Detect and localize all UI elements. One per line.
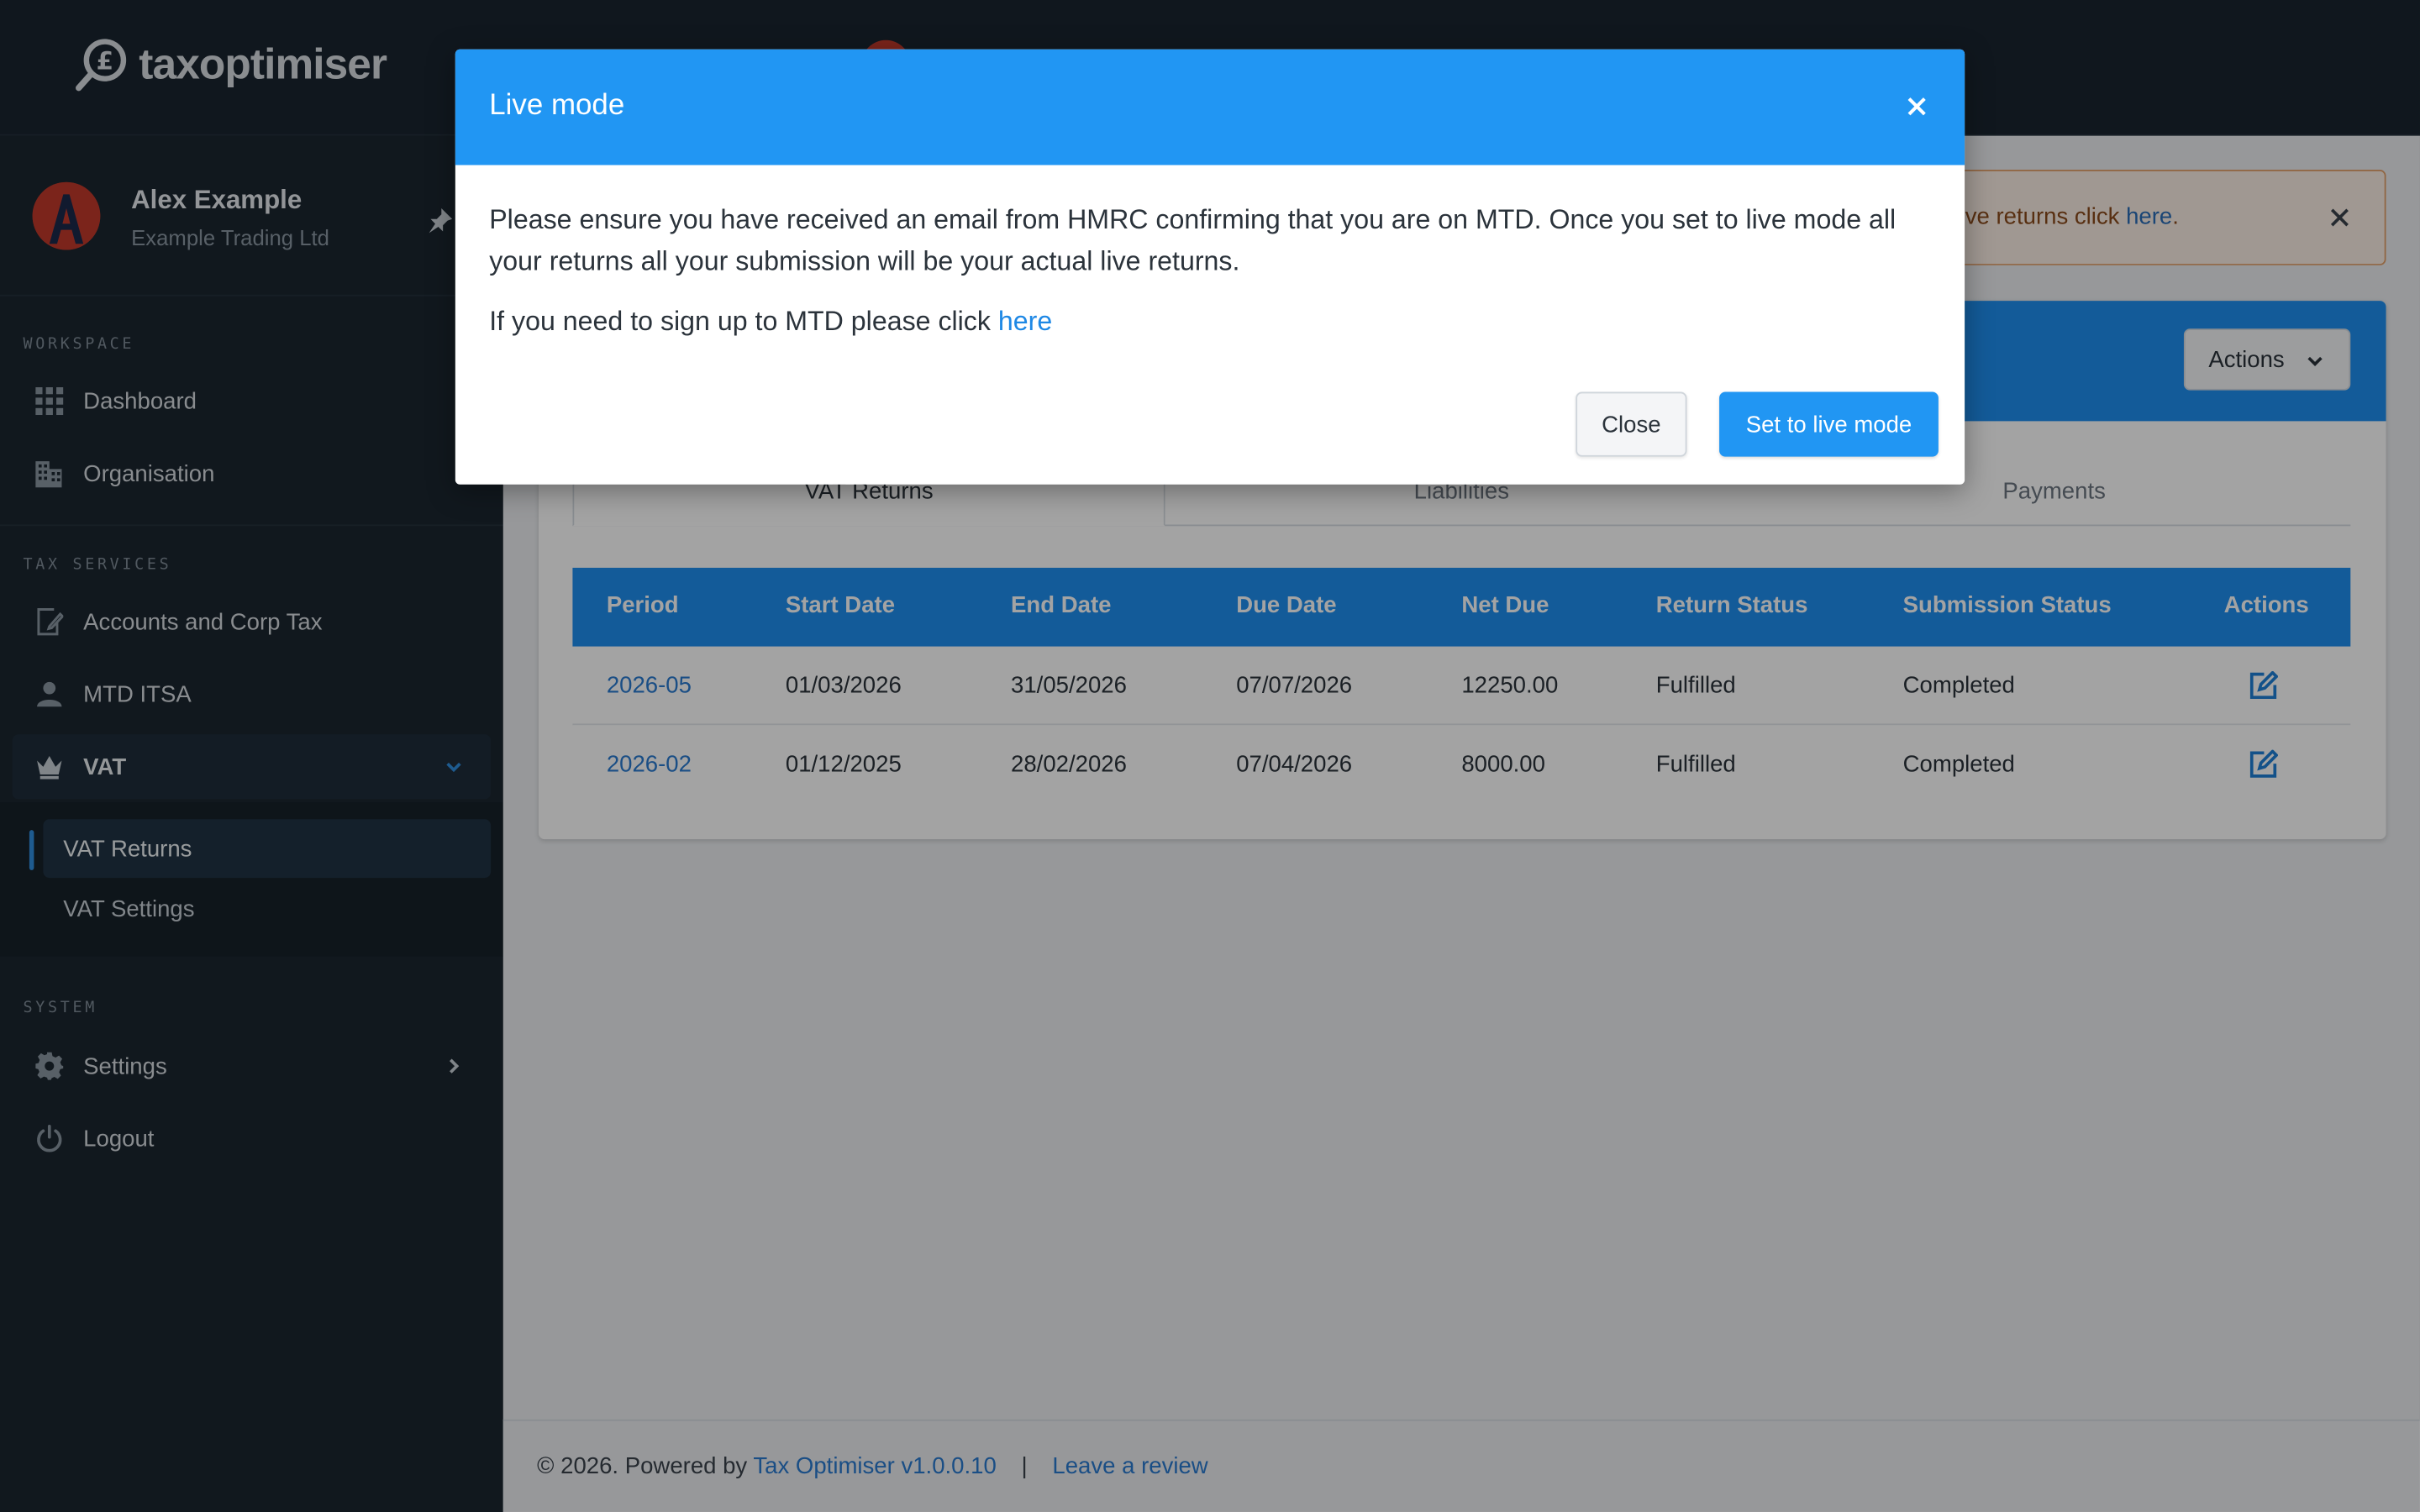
close-button[interactable]: Close [1576, 391, 1687, 457]
modal-header: Live mode [455, 49, 1965, 165]
modal-body: Please ensure you have received an email… [489, 199, 1939, 361]
modal-paragraph: Please ensure you have received an email… [489, 203, 1897, 276]
close-icon[interactable] [1906, 96, 1928, 118]
mtd-signup-link[interactable]: here [998, 306, 1052, 337]
signup-text: If you need to sign up to MTD please cli… [489, 305, 998, 337]
set-live-mode-button[interactable]: Set to live mode [1719, 391, 1939, 457]
modal-paragraph-signup: If you need to sign up to MTD please cli… [489, 301, 1939, 343]
modal-title: Live mode [489, 89, 625, 123]
live-mode-modal: Live mode Please ensure you have receive… [455, 49, 1965, 485]
